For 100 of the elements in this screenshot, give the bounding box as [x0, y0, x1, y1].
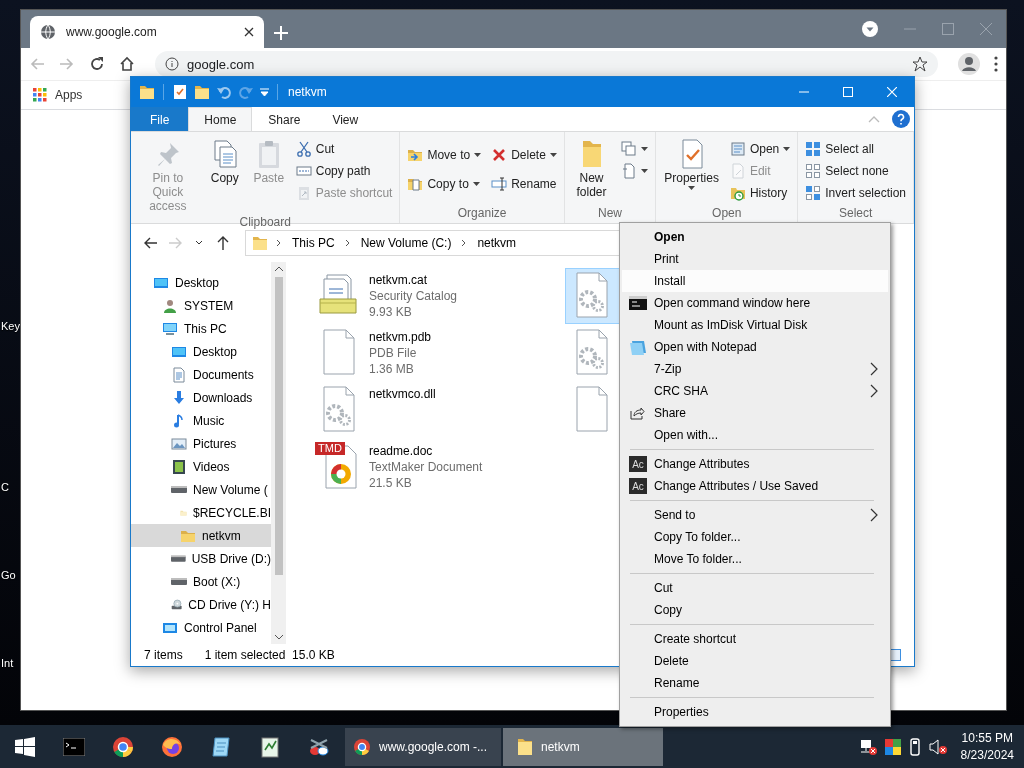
menu-item[interactable]: 7-Zip: [622, 358, 888, 380]
chrome-icon[interactable]: [111, 735, 134, 758]
menu-item[interactable]: Install: [622, 270, 888, 292]
avatar-icon[interactable]: [958, 53, 980, 75]
close-icon[interactable]: [244, 27, 254, 37]
ribbon-button[interactable]: History: [726, 182, 794, 204]
ribbon-tab[interactable]: Home: [188, 107, 253, 132]
menu-item[interactable]: Ac Change Attributes: [622, 453, 888, 475]
menu-item[interactable]: Delete: [622, 650, 888, 672]
ribbon-button[interactable]: Cut: [292, 138, 396, 160]
delete-icon: [491, 147, 508, 163]
properties-icon[interactable]: [172, 84, 188, 100]
breadcrumb-item[interactable]: New Volume (C:): [358, 236, 454, 250]
file-menu-button[interactable]: File: [131, 107, 189, 131]
tree-item[interactable]: $RECYCLE.BI: [131, 501, 271, 524]
breadcrumb-item[interactable]: This PC: [290, 236, 337, 250]
terminal-icon[interactable]: [62, 737, 85, 756]
menu-item[interactable]: Rename: [622, 672, 888, 694]
ribbon-button[interactable]: Move to: [404, 144, 485, 166]
ribbon-button[interactable]: New folder: [568, 136, 615, 201]
bookmark[interactable]: Apps: [33, 88, 83, 102]
desktop-icon-label[interactable]: Int: [1, 657, 14, 669]
scroll-up-icon[interactable]: [274, 266, 283, 271]
browser-tab[interactable]: www.google.com: [30, 16, 264, 48]
address-field[interactable]: google.com: [155, 51, 938, 77]
tree-item[interactable]: Desktop: [131, 340, 271, 363]
ribbon-button[interactable]: Select none: [802, 160, 909, 182]
ribbon-button[interactable]: Copy: [204, 136, 245, 187]
tree-item[interactable]: This PC: [131, 317, 271, 340]
menu-item[interactable]: Properties: [622, 701, 888, 723]
new-item-icon: [621, 141, 638, 157]
picture-icon: [171, 435, 187, 452]
ribbon-tab[interactable]: Share: [252, 107, 317, 131]
ribbon-tab[interactable]: View: [316, 107, 375, 131]
taskbar-button[interactable]: netkvm: [503, 727, 663, 766]
desktop-icon-label[interactable]: Key: [1, 320, 20, 332]
menu-item[interactable]: Cut: [622, 577, 888, 599]
desktop-icon-label[interactable]: Go: [1, 569, 16, 581]
menu-item[interactable]: CRC SHA: [622, 380, 888, 402]
star-icon[interactable]: [912, 56, 928, 72]
tree-item[interactable]: Documents: [131, 363, 271, 386]
scrollbar-thumb[interactable]: [274, 277, 283, 575]
file-tile[interactable]: TMD readme.doc TextMaker Document 21.5 KB: [312, 439, 562, 495]
tree-item[interactable]: Videos: [131, 455, 271, 478]
file-tile[interactable]: netkvmco.dll: [312, 382, 562, 438]
menu-item[interactable]: Move To folder...: [622, 548, 888, 570]
file-tile[interactable]: netkvm.pdb PDB File 1.36 MB: [312, 325, 562, 381]
color-icon[interactable]: [884, 738, 901, 755]
ribbon-button[interactable]: Open: [726, 138, 794, 160]
tree-item[interactable]: Music: [131, 409, 271, 432]
ribbon-button[interactable]: Copy to: [404, 173, 485, 195]
tree-item[interactable]: Control Panel: [131, 616, 271, 639]
clock[interactable]: 10:55 PM 8/23/2024: [960, 729, 1014, 764]
ribbon-button[interactable]: Select all: [802, 138, 909, 160]
menu-item[interactable]: Mount as ImDisk Virtual Disk: [622, 314, 888, 336]
tree-item[interactable]: CD Drive (Y:) H: [131, 593, 271, 616]
select-all-icon: [805, 141, 822, 157]
menu-item[interactable]: Open command window here: [622, 292, 888, 314]
ribbon-button[interactable]: Delete: [488, 144, 560, 166]
caret-icon[interactable]: [260, 88, 269, 96]
start-button[interactable]: [14, 736, 35, 757]
reload-icon[interactable]: [89, 56, 105, 72]
home-icon[interactable]: [119, 56, 135, 72]
ribbon-button[interactable]: Copy path: [292, 160, 396, 182]
tree-item[interactable]: Boot (X:): [131, 570, 271, 593]
menu-item[interactable]: Copy: [622, 599, 888, 621]
ribbon-button[interactable]: Rename: [488, 173, 560, 195]
network-error-icon[interactable]: [858, 738, 877, 755]
menu-item[interactable]: Share: [622, 402, 888, 424]
dropdown-icon[interactable]: [862, 21, 878, 37]
tree-item[interactable]: USB Drive (D:): [131, 547, 271, 570]
notepad-icon[interactable]: [209, 735, 232, 758]
file-tile[interactable]: netkvm.cat Security Catalog 9.93 KB: [312, 268, 562, 324]
undo-icon[interactable]: [216, 84, 232, 100]
tree-item[interactable]: Pictures: [131, 432, 271, 455]
desktop-icon-label[interactable]: C: [1, 481, 9, 493]
menu-item[interactable]: Create shortcut: [622, 628, 888, 650]
new-tab-icon[interactable]: [274, 26, 288, 40]
menu-icon[interactable]: [994, 56, 998, 72]
menu-item[interactable]: Ac Change Attributes / Use Saved: [622, 475, 888, 497]
menu-item[interactable]: Copy To folder...: [622, 526, 888, 548]
firefox-icon[interactable]: [160, 735, 183, 758]
usb-icon[interactable]: [908, 737, 921, 756]
folder-icon[interactable]: [194, 84, 210, 100]
tree-item[interactable]: SYSTEM: [131, 294, 271, 317]
tree-item[interactable]: netkvm: [131, 524, 271, 547]
breadcrumb-item[interactable]: netkvm: [475, 236, 519, 250]
taskbar-button[interactable]: www.google.com -...: [345, 727, 501, 766]
menu-item[interactable]: Open with Notepad: [622, 336, 888, 358]
ribbon-button[interactable]: Invert selection: [802, 182, 909, 204]
ribbon-button[interactable]: Properties: [660, 136, 723, 192]
spreadsheet-icon[interactable]: [258, 735, 281, 758]
tree-item[interactable]: Downloads: [131, 386, 271, 409]
scroll-down-icon[interactable]: [274, 635, 283, 640]
menu-item[interactable]: Send to: [622, 504, 888, 526]
tree-item[interactable]: New Volume (: [131, 478, 271, 501]
help-icon[interactable]: [892, 110, 910, 128]
menu-item[interactable]: Open with...: [622, 424, 888, 446]
tree-item[interactable]: Desktop: [131, 271, 271, 294]
volume-muted-icon[interactable]: [928, 738, 947, 755]
